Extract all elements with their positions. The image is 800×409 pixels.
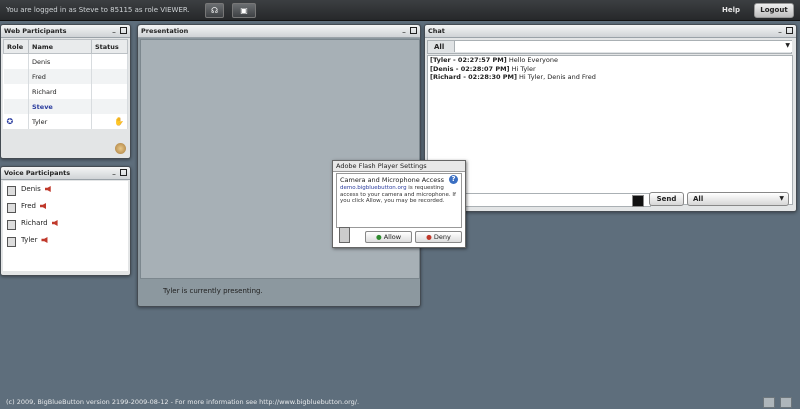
column-header-name[interactable]: Name (28, 39, 92, 54)
deny-button[interactable]: ● Deny (415, 231, 462, 243)
chat-message: [Denis - 02:28:07 PM] Hi Tyler (430, 64, 536, 73)
chat-title: Chat _ (425, 25, 796, 38)
headset-button[interactable]: ☊ (205, 3, 224, 18)
column-header-role[interactable]: Role (3, 39, 29, 54)
help-icon[interactable]: ? (449, 175, 458, 184)
recipient-select[interactable]: All ▼ (687, 192, 789, 206)
dialog-heading: Camera and Microphone Access (340, 176, 445, 184)
headset-icon: ☊ (210, 6, 219, 15)
login-status: You are logged in as Steve to 85115 as r… (6, 6, 190, 14)
chevron-down-icon: ▼ (779, 195, 784, 202)
table-row[interactable]: Fred (3, 69, 128, 84)
maximize-icon[interactable] (786, 27, 793, 34)
speaker-icon (40, 203, 46, 209)
chat-message-input[interactable] (463, 193, 651, 207)
maximize-icon[interactable] (120, 169, 127, 176)
speaker-icon (44, 186, 51, 192)
raise-hand-icon: ✋ (114, 117, 124, 126)
camera-icon (339, 227, 350, 243)
flash-settings-dialog: Adobe Flash Player Settings Camera and M… (332, 160, 466, 248)
webcam-button[interactable]: ▣ (232, 3, 256, 18)
web-participants-title: Web Participants _ (1, 25, 130, 38)
minimize-icon[interactable]: _ (777, 27, 783, 33)
column-header-status[interactable]: Status (91, 39, 128, 54)
participants-table: Role Name Status Denis Fred Richard Stev… (3, 39, 128, 129)
mute-toggle-icon[interactable] (7, 186, 16, 196)
chevron-down-icon: ▼ (785, 42, 790, 49)
list-item[interactable]: Fred (3, 198, 128, 215)
top-bar: You are logged in as Steve to 85115 as r… (0, 0, 800, 21)
voice-participants-window: Voice Participants _ Denis Fred Richard … (0, 166, 131, 276)
layout-icon[interactable] (763, 397, 775, 408)
maximize-icon[interactable] (120, 27, 127, 34)
voice-participants-title: Voice Participants _ (1, 167, 130, 180)
chat-message: [Richard - 02:28:30 PM] Hi Tyler, Denis … (430, 73, 596, 81)
site-link[interactable]: demo.bigbluebutton.org (340, 185, 407, 191)
web-participants-window: Web Participants _ Role Name Status Deni… (0, 24, 131, 159)
presentation-title: Presentation _ (138, 25, 420, 38)
webcam-icon: ▣ (240, 6, 248, 15)
raise-hand-button[interactable] (115, 143, 126, 154)
list-item[interactable]: Tyler (3, 232, 128, 249)
check-icon: ● (375, 233, 382, 241)
minimize-icon[interactable]: _ (401, 27, 407, 33)
speaker-icon (51, 220, 58, 226)
chat-window: Chat _ All ▼ [Tyler - 02:27:57 PM] Hello… (424, 24, 797, 212)
presenter-icon: ✪ (6, 117, 14, 126)
mute-toggle-icon[interactable] (7, 203, 16, 213)
minimize-icon[interactable]: _ (111, 169, 117, 175)
send-button[interactable]: Send (649, 192, 684, 206)
help-link[interactable]: Help (722, 6, 740, 14)
table-row[interactable]: ✪ Tyler ✋ (3, 114, 128, 129)
dialog-title: Adobe Flash Player Settings (333, 161, 465, 172)
speaker-icon (41, 237, 48, 243)
list-item[interactable]: Denis (3, 181, 128, 198)
maximize-icon[interactable] (410, 27, 417, 34)
dialog-body: Camera and Microphone Access ? demo.bigb… (336, 173, 462, 228)
chat-filter-tab[interactable]: All (434, 43, 444, 51)
mute-toggle-icon[interactable] (7, 237, 16, 247)
presenter-status: Tyler is currently presenting. (163, 287, 263, 295)
settings-icon[interactable] (780, 397, 792, 408)
minimize-icon[interactable]: _ (111, 27, 117, 33)
table-row[interactable]: Richard (3, 84, 128, 99)
voice-participants-list: Denis Fred Richard Tyler (3, 181, 128, 271)
chat-message: [Tyler - 02:27:57 PM] Hello Everyone (430, 56, 558, 64)
table-row[interactable]: Denis (3, 53, 128, 69)
allow-button[interactable]: ● Allow (365, 231, 412, 243)
table-row[interactable]: Steve (3, 99, 128, 114)
recipient-value: All (693, 195, 704, 203)
chat-filter-dropdown[interactable]: ▼ (454, 41, 792, 52)
logout-button[interactable]: Logout (754, 3, 794, 18)
deny-icon: ● (426, 233, 432, 241)
chat-filter-bar: All ▼ (427, 40, 792, 54)
text-color-picker[interactable] (632, 195, 644, 207)
mute-toggle-icon[interactable] (7, 220, 16, 230)
chat-messages: [Tyler - 02:27:57 PM] Hello Everyone [De… (427, 55, 793, 205)
footer-copyright: (c) 2009, BigBlueButton version 2199-200… (6, 398, 360, 406)
list-item[interactable]: Richard (3, 215, 128, 232)
dialog-message: demo.bigbluebutton.org is requesting acc… (340, 185, 456, 204)
